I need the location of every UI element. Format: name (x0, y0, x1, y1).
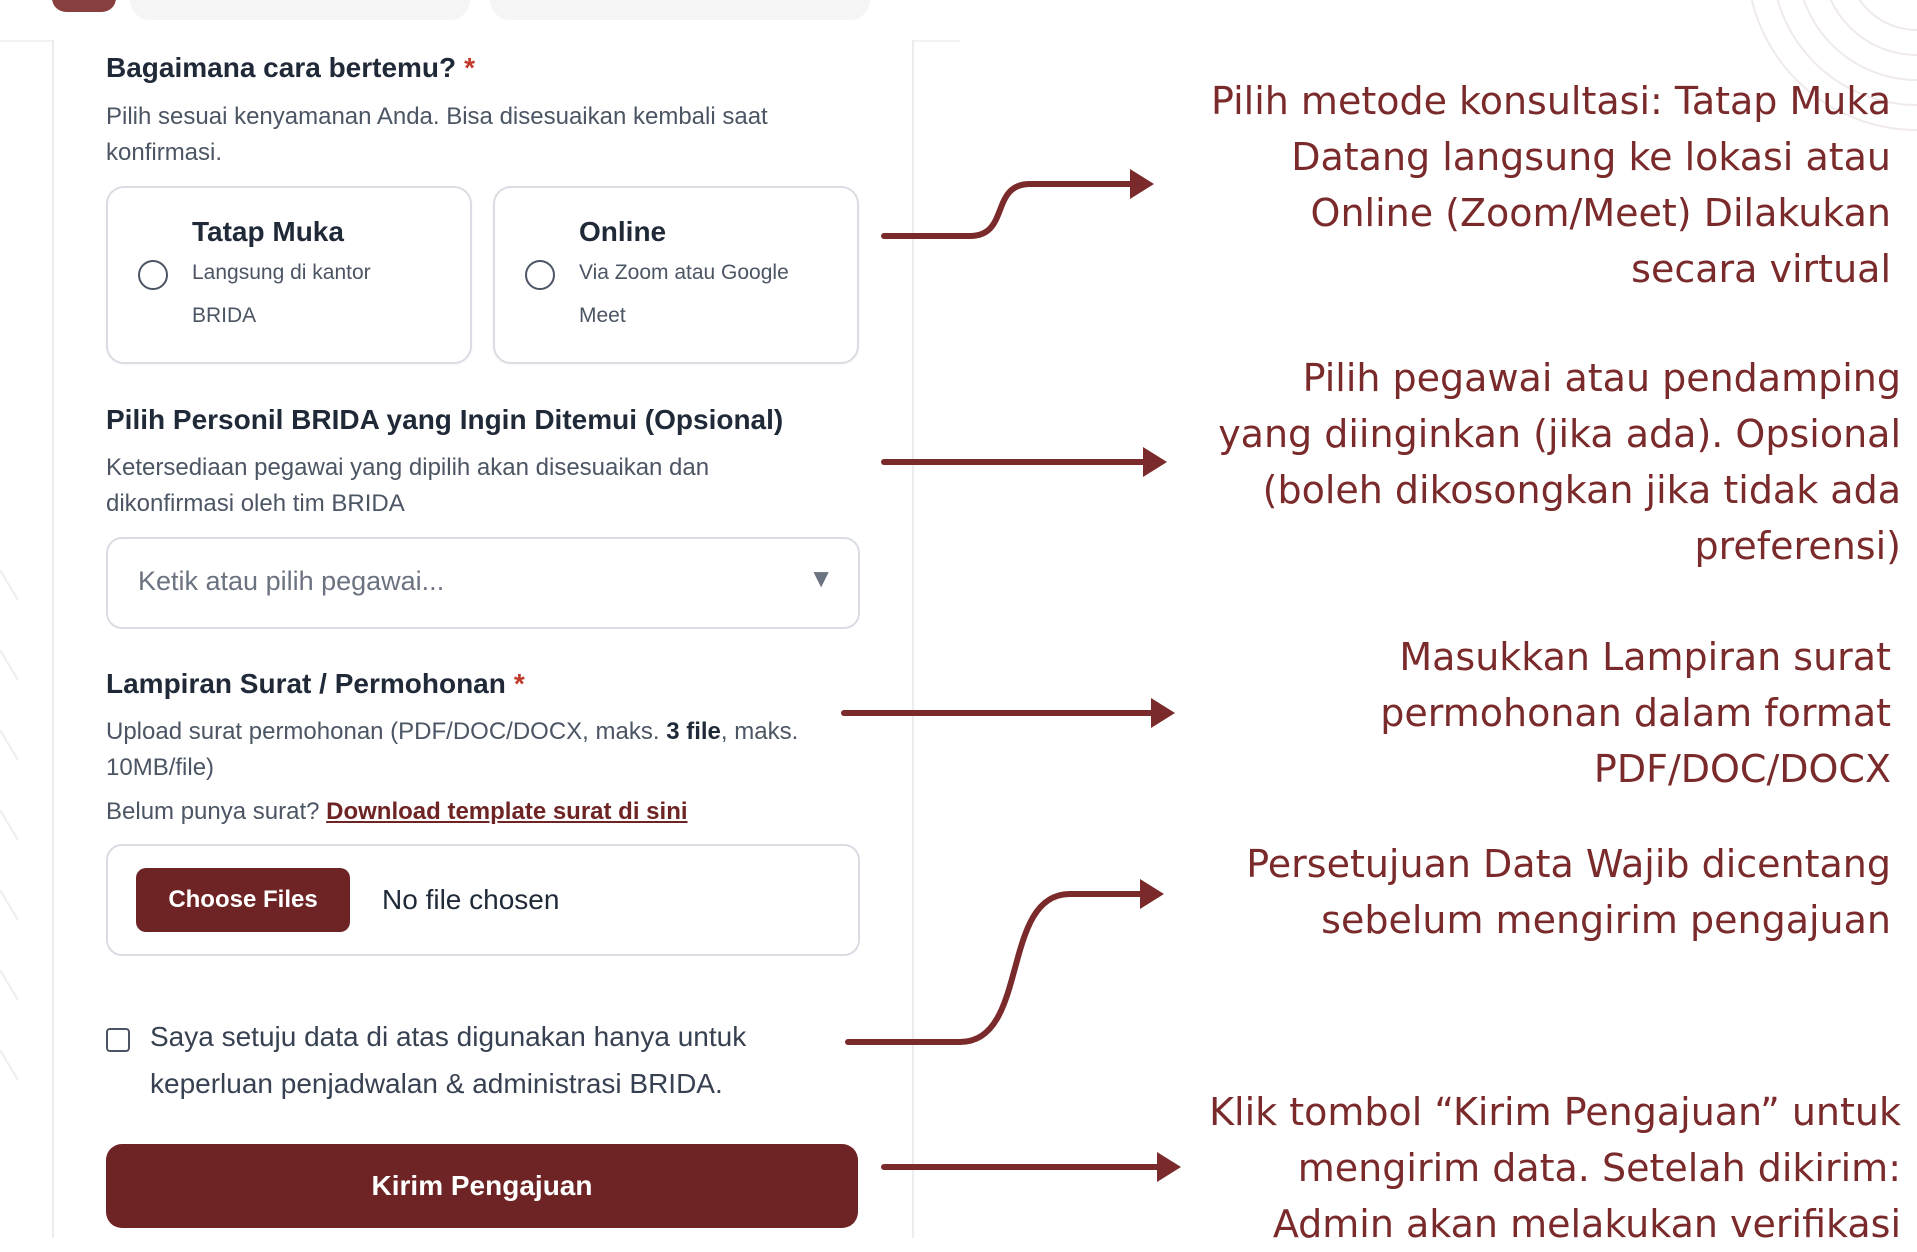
annotation-attachment: Masukkan Lampiran surat permohonan dalam… (1380, 635, 1891, 791)
arrow-consent (845, 891, 1148, 1045)
annotation-personnel: Pilih pegawai atau pendamping yang diing… (1218, 356, 1901, 568)
arrow-meeting (881, 181, 1138, 239)
arrowhead (1130, 169, 1154, 199)
arrowhead (1140, 879, 1164, 909)
arrowhead (1151, 698, 1175, 728)
annotation-consent: Persetujuan Data Wajib dicentang sebelum… (1246, 842, 1891, 942)
annotation-submit: Klik tombol “Kirim Pengajuan” untuk meng… (1209, 1090, 1901, 1246)
arrowhead (1157, 1152, 1181, 1182)
annotation-meeting: Pilih metode konsultasi: Tatap Muka Data… (1211, 79, 1891, 291)
arrowhead (1143, 447, 1167, 477)
